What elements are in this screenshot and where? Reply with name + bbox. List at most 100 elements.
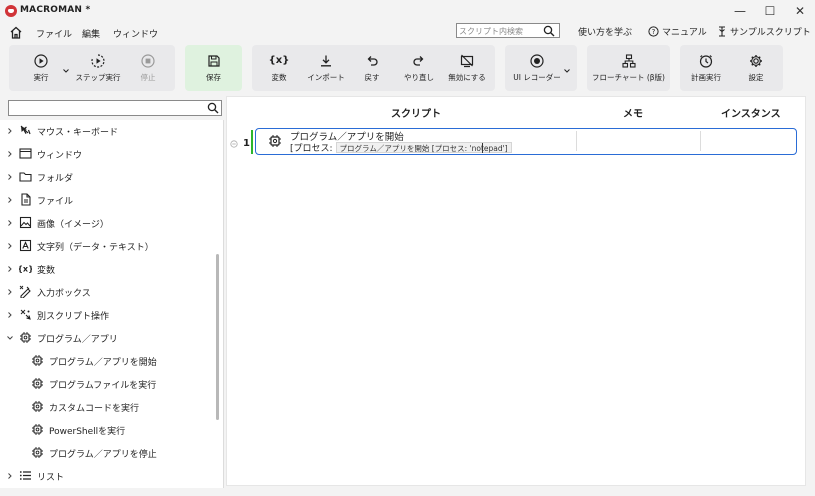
stop-label: 停止 <box>140 73 156 82</box>
tree-category-item[interactable]: 文字列（データ・テキスト） <box>0 235 214 257</box>
import-icon <box>321 55 331 67</box>
redo-button[interactable]: やり直し <box>396 45 442 91</box>
manual-link[interactable]: ? マニュアル <box>648 25 707 38</box>
window-icon <box>19 148 32 159</box>
row-collapse-icon[interactable] <box>230 140 238 148</box>
command-tree: マウス・キーボードウィンドウフォルダファイル画像（イメージ） 文字列（データ・テキ… <box>0 120 224 488</box>
menu-file[interactable]: ファイル <box>36 27 72 40</box>
row-active-indicator <box>251 130 253 154</box>
chevron-right-icon[interactable] <box>6 311 14 319</box>
tree-category-item[interactable]: 別スクリプト操作 <box>0 304 214 326</box>
input-box-icon <box>19 285 31 298</box>
close-button[interactable]: ✕ <box>785 2 815 20</box>
memo-column-divider <box>576 131 577 151</box>
tree-item-label: プログラム／アプリ <box>37 335 118 345</box>
tree-item-label: 変数 <box>37 266 56 276</box>
variable-label: 変数 <box>271 73 287 82</box>
ui-recorder-button[interactable]: UI レコーダー <box>507 45 567 91</box>
menu-edit[interactable]: 編集 <box>82 27 100 40</box>
disable-label: 無効にする <box>448 73 486 82</box>
script-search-box[interactable] <box>456 23 560 38</box>
app-title: MACROMAN * <box>20 5 91 15</box>
chevron-down-icon[interactable] <box>6 334 14 342</box>
step-run-icon <box>91 54 105 68</box>
tree-item-label: マウス・キーボード <box>37 128 119 138</box>
save-icon <box>207 55 220 67</box>
tree-scrollbar[interactable] <box>216 254 219 420</box>
step-run-button[interactable]: ステップ実行 <box>70 45 126 91</box>
tree-child-item[interactable]: カスタムコードを実行 <box>0 396 214 418</box>
home-icon[interactable] <box>9 26 23 39</box>
tree-category-item[interactable]: フォルダ <box>0 166 214 188</box>
script-row[interactable]: プログラム／アプリを開始 [プロセス: プログラム／アプリを開始 [プロセス: … <box>255 128 797 155</box>
disable-button[interactable]: 無効にする <box>442 45 492 91</box>
chevron-right-icon[interactable] <box>6 265 14 273</box>
chevron-right-icon[interactable] <box>6 219 14 227</box>
title-bar: MACROMAN * — ☐ ✕ <box>0 0 815 22</box>
svg-text:{x}: {x} <box>19 265 32 274</box>
ui-recorder-label: UI レコーダー <box>513 73 561 82</box>
chip-icon <box>269 135 281 147</box>
tree-item-label: 別スクリプト操作 <box>37 312 110 322</box>
instance-column-header: インスタンス <box>721 109 781 120</box>
image-icon <box>19 216 32 229</box>
save-button[interactable]: 保存 <box>185 45 242 91</box>
chevron-right-icon[interactable] <box>6 173 14 181</box>
flowchart-button[interactable]: フローチャート (β版) <box>587 45 670 91</box>
script-search-input[interactable] <box>459 25 539 37</box>
command-search-input[interactable] <box>12 102 202 114</box>
sample-script-link[interactable]: サンプルスクリプト <box>717 25 811 38</box>
tree-item-label: プログラムファイルを実行 <box>49 381 157 391</box>
tree-child-item[interactable]: PowerShellを実行 <box>0 419 214 441</box>
tree-category-item[interactable]: {x} 変数 <box>0 258 214 280</box>
tree-category-item[interactable]: ファイル <box>0 189 214 211</box>
tree-item-label: フォルダ <box>37 174 74 184</box>
save-group: 保存 <box>185 45 242 91</box>
chevron-right-icon[interactable] <box>6 472 14 480</box>
tree-category-item[interactable]: 入力ボックス <box>0 281 214 303</box>
tree-category-item[interactable]: プログラム／アプリ <box>0 327 214 349</box>
tree-child-item[interactable]: プログラム／アプリを開始 <box>0 350 214 372</box>
undo-button[interactable]: 戻す <box>350 45 394 91</box>
chevron-right-icon[interactable] <box>6 288 14 296</box>
tree-child-item[interactable]: プログラム／アプリを停止 <box>0 442 214 464</box>
stop-button[interactable]: 停止 <box>126 45 170 91</box>
tree-category-item[interactable]: 画像（イメージ） <box>0 212 214 234</box>
minimize-button[interactable]: — <box>725 2 755 20</box>
edit-group: {x} 変数 インポート 戻す やり直し 無効にする <box>252 45 495 91</box>
variable-icon: {x} <box>268 55 290 66</box>
import-button[interactable]: インポート <box>302 45 350 91</box>
search-icon[interactable] <box>207 102 219 114</box>
tree-item-label: 画像（イメージ） <box>37 220 109 230</box>
recorder-dropdown-chevron-icon[interactable] <box>563 67 571 75</box>
maximize-button[interactable]: ☐ <box>755 2 785 20</box>
tree-category-item[interactable]: ウィンドウ <box>0 143 214 165</box>
variable-button[interactable]: {x} 変数 <box>254 45 304 91</box>
tree-child-item[interactable]: プログラムファイルを実行 <box>0 373 214 395</box>
tree-category-item[interactable]: マウス・キーボード <box>0 120 214 142</box>
script-column-header: スクリプト <box>391 109 441 120</box>
list-icon <box>19 471 31 480</box>
menu-window[interactable]: ウィンドウ <box>113 27 158 40</box>
sample-script-link-label: サンプルスクリプト <box>730 28 811 38</box>
stop-icon <box>141 54 155 68</box>
search-icon[interactable] <box>543 25 555 37</box>
tree-category-item[interactable]: リスト <box>0 465 214 487</box>
settings-button[interactable]: 設定 <box>732 45 780 91</box>
tree-item-label: プログラム／アプリを開始 <box>49 358 157 368</box>
command-search-box[interactable] <box>8 100 222 116</box>
mouse-icon <box>20 125 31 135</box>
chevron-right-icon[interactable] <box>6 127 14 135</box>
schedule-group: 計画実行 設定 <box>680 45 783 91</box>
chip-icon <box>32 378 43 389</box>
chevron-right-icon[interactable] <box>6 242 14 250</box>
schedule-button[interactable]: 計画実行 <box>682 45 730 91</box>
tree-item-label: PowerShellを実行 <box>49 427 126 437</box>
chevron-right-icon[interactable] <box>6 196 14 204</box>
settings-label: 設定 <box>748 73 764 82</box>
learn-link[interactable]: 使い方を学ぶ <box>578 25 632 38</box>
chevron-right-icon[interactable] <box>6 150 14 158</box>
tree-item-label: ファイル <box>37 197 74 207</box>
run-dropdown-chevron-icon[interactable] <box>62 67 70 75</box>
toolbar: 実行 ステップ実行 停止 保存 {x} 変数 インポート 戻す やり直し 無効に… <box>0 42 815 94</box>
